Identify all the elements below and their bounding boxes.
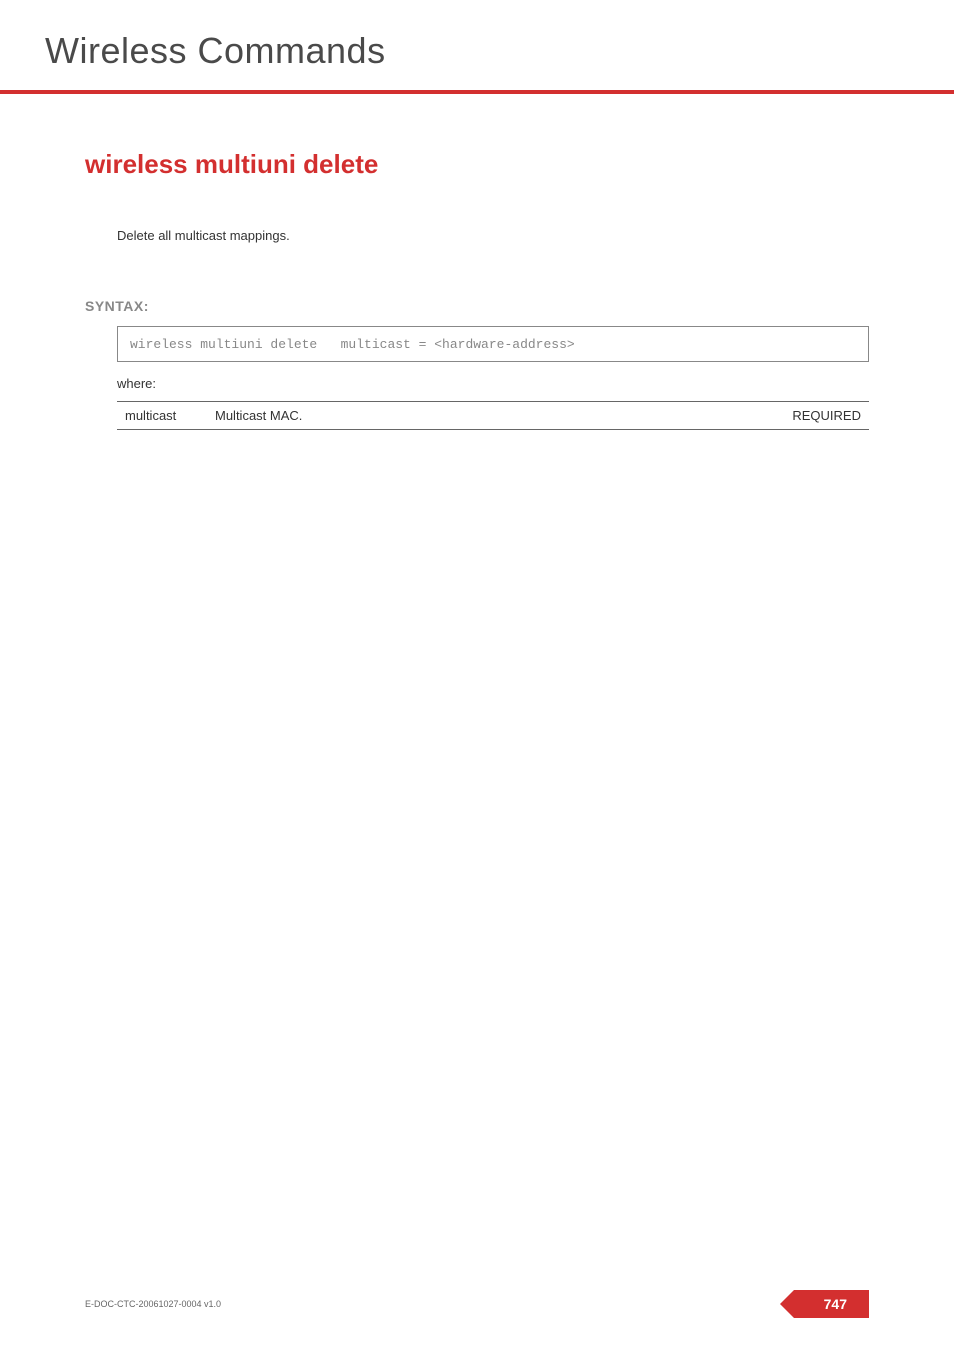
where-label: where: [117, 376, 869, 391]
param-name: multicast [117, 402, 207, 430]
page-footer: E-DOC-CTC-20061027-0004 v1.0 747 [0, 1290, 954, 1318]
param-description: Multicast MAC. [207, 402, 769, 430]
page-title: Wireless Commands [45, 30, 954, 72]
table-row: multicast Multicast MAC. REQUIRED [117, 402, 869, 430]
syntax-label: SYNTAX: [85, 298, 869, 314]
command-title: wireless multiuni delete [85, 149, 869, 180]
param-table: multicast Multicast MAC. REQUIRED [117, 401, 869, 430]
syntax-code: wireless multiuni delete multicast = <ha… [130, 337, 575, 352]
command-description: Delete all multicast mappings. [117, 228, 869, 243]
doc-id: E-DOC-CTC-20061027-0004 v1.0 [85, 1299, 221, 1309]
syntax-box: wireless multiuni delete multicast = <ha… [117, 326, 869, 362]
content-area: wireless multiuni delete Delete all mult… [0, 94, 954, 430]
page-header: Wireless Commands [0, 0, 954, 72]
page-number-badge: 747 [794, 1290, 869, 1318]
param-requirement: REQUIRED [769, 402, 869, 430]
